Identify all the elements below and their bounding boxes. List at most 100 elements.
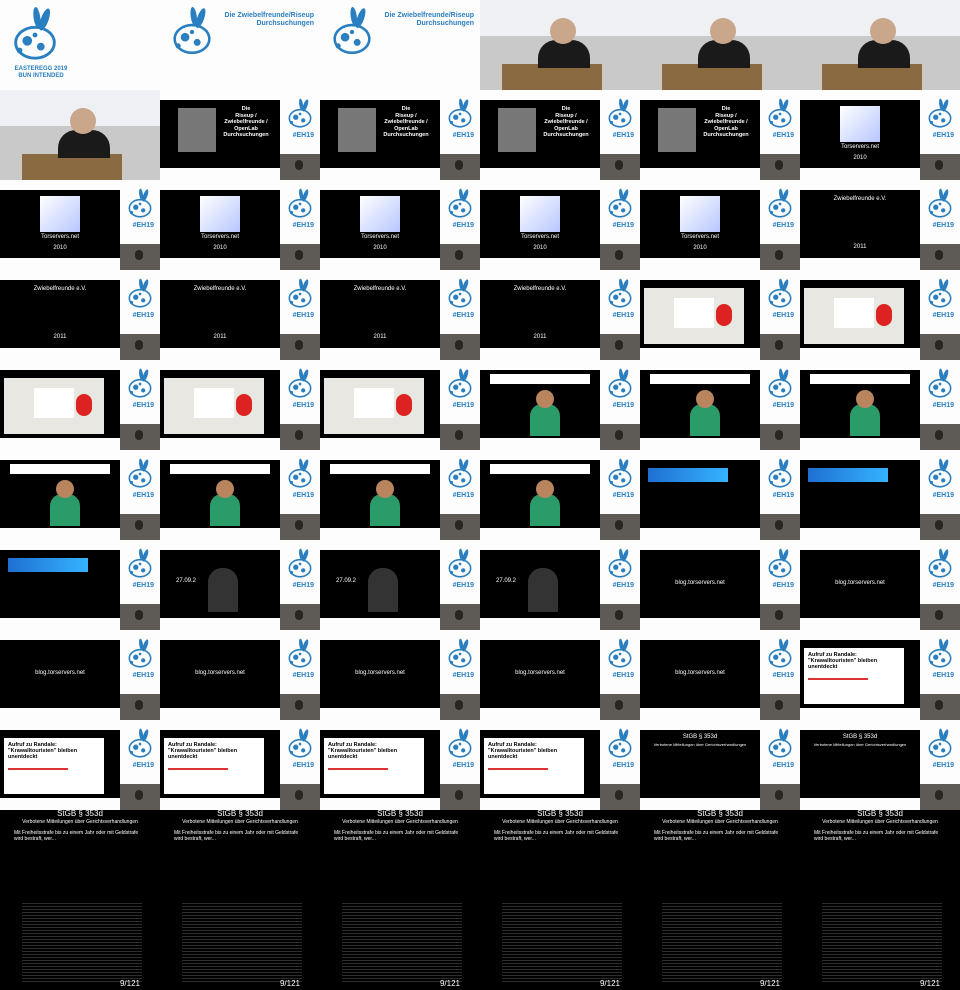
frame-desk: #EH19	[0, 360, 160, 450]
frame-article: Aufruf zu Randale: "Krawalltouristen" bl…	[320, 720, 480, 810]
speaker-photo	[498, 108, 536, 152]
frame-stageSide	[0, 90, 160, 180]
speaker-camera-inset	[920, 244, 960, 270]
stgb-subtitle: Verbotene Mitteilungen über Gerichtsverh…	[22, 819, 138, 825]
person-head	[216, 480, 234, 498]
speaker-body	[858, 40, 910, 68]
hashtag-label: #EH19	[612, 582, 634, 589]
document-photo	[4, 378, 104, 434]
header-bar	[810, 374, 910, 384]
rabbit-logo-icon	[768, 548, 792, 578]
hashtag-label: #EH19	[132, 402, 154, 409]
torservers-label: Torservers.net	[520, 234, 559, 240]
speaker-camera-inset	[440, 514, 480, 540]
article-headline: Aufruf zu Randale: "Krawalltouristen" bl…	[808, 652, 878, 670]
speaker-head	[710, 18, 736, 44]
torservers-label: Torservers.net	[840, 144, 879, 150]
speaker-camera-inset	[760, 784, 800, 810]
header-bar	[490, 374, 590, 384]
year-label: 2011	[373, 334, 387, 340]
person-figure	[50, 494, 80, 526]
stgb-frame: StGB § 353d Verbotene Mitteilungen über G…	[800, 810, 960, 990]
hashtag-label: #EH19	[772, 672, 794, 679]
rabbit-logo-icon	[768, 728, 792, 758]
logo	[124, 636, 156, 676]
slide-blog: blog.torservers.net	[160, 640, 280, 708]
speaker-figure	[935, 250, 943, 260]
hashtag-label: #EH19	[932, 492, 954, 499]
hashtag-label: #EH19	[292, 312, 314, 319]
year-label: 2011	[53, 334, 67, 340]
speaker-figure	[615, 430, 623, 440]
slide-title-line: Zwiebelfreunde /	[224, 119, 268, 125]
speaker-photo	[338, 108, 376, 152]
slide-date: 27.09.2	[480, 550, 600, 618]
sightline-logo	[808, 468, 888, 482]
rabbit-logo-icon	[448, 458, 472, 488]
hashtag-label: #EH19	[452, 582, 474, 589]
event-name: EASTEREGG 2019	[14, 66, 68, 72]
rabbit-logo-icon	[928, 188, 952, 218]
frame-stage	[800, 0, 960, 90]
event-motto: BUN INTENDED	[18, 73, 64, 79]
article-headline: Aufruf zu Randale: "Krawalltouristen" bl…	[488, 742, 558, 760]
slide-blog: blog.torservers.net	[800, 550, 920, 618]
slide-person	[160, 460, 280, 528]
hashtag-label: #EH19	[452, 402, 474, 409]
highlight	[8, 768, 68, 770]
blog-label: blog.torservers.net	[515, 670, 565, 676]
rabbit-logo-icon	[288, 458, 312, 488]
speaker-camera-inset	[280, 244, 320, 270]
blog-label: blog.torservers.net	[35, 670, 85, 676]
speaker-camera-inset	[280, 154, 320, 180]
speaker-camera-inset	[280, 694, 320, 720]
logo	[764, 636, 796, 676]
speaker-camera-inset	[920, 604, 960, 630]
frame-person: #EH19	[800, 360, 960, 450]
rabbit-logo-icon	[448, 368, 472, 398]
speaker-figure	[295, 520, 303, 530]
rabbit-logo-icon	[288, 368, 312, 398]
speaker-camera-inset	[120, 784, 160, 810]
rabbit-logo-icon	[928, 638, 952, 668]
frame-tor: Torservers.net 2010 #EH19	[320, 180, 480, 270]
slide-zw: Zwiebelfreunde e.V. 2011	[160, 280, 280, 348]
article-headline: Aufruf zu Randale: "Krawalltouristen" bl…	[168, 742, 238, 760]
rabbit-logo-icon	[128, 188, 152, 218]
speaker-figure	[455, 340, 463, 350]
header-bar	[650, 374, 750, 384]
logo	[604, 276, 636, 316]
hashtag-label: #EH19	[292, 762, 314, 769]
speaker-camera-inset	[280, 424, 320, 450]
speaker-camera-inset	[120, 334, 160, 360]
logo	[604, 456, 636, 496]
speaker-figure	[455, 160, 463, 170]
speaker-camera-inset	[600, 424, 640, 450]
rabbit-logo-icon	[608, 548, 632, 578]
slide-person	[480, 460, 600, 528]
speaker-figure	[775, 700, 783, 710]
speaker-camera-inset	[760, 694, 800, 720]
speaker-body	[58, 130, 110, 158]
slide-blog: blog.torservers.net	[640, 550, 760, 618]
hashtag-label: #EH19	[452, 762, 474, 769]
hashtag-label: #EH19	[772, 492, 794, 499]
frame-sight: #EH19	[800, 450, 960, 540]
year-label: 2011	[213, 334, 227, 340]
speaker-figure	[455, 250, 463, 260]
slide-title: Die Riseup / Zwiebelfreunde / OpenLab Durchs…	[378, 106, 434, 139]
rabbit-logo-icon	[128, 278, 152, 308]
slide-title-line: Durchsuchungen	[703, 132, 749, 138]
person-figure	[370, 494, 400, 526]
header-bar	[490, 464, 590, 474]
slide-sight	[640, 460, 760, 528]
torservers-label: Torservers.net	[40, 234, 79, 240]
talk-title: Die Zwiebelfreunde/Riseup Durchsuchungen	[384, 12, 474, 28]
hashtag-label: #EH19	[452, 312, 474, 319]
slide-title: Die Riseup / Zwiebelfreunde / OpenLab Durchs…	[698, 106, 754, 139]
stgb-frame: StGB § 353d Verbotene Mitteilungen über G…	[640, 810, 800, 990]
slide-blog: blog.torservers.net	[0, 640, 120, 708]
slide-deck: Die Riseup / Zwiebelfreunde / OpenLab Durchs…	[640, 100, 760, 168]
stgb-frame: StGB § 353d Verbotene Mitteilungen über G…	[0, 810, 160, 990]
slide-desk	[0, 370, 120, 438]
